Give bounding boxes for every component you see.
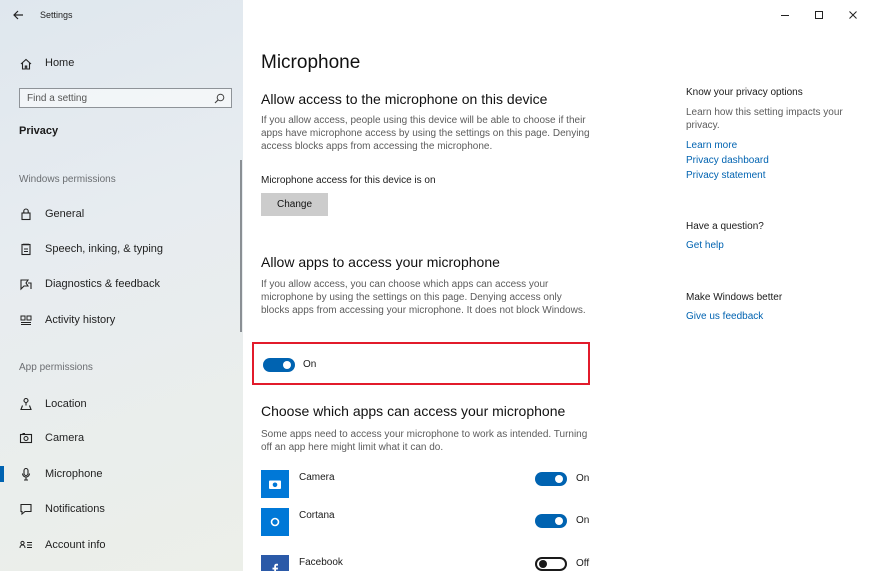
sidebar-item-microphone[interactable]: Microphone [0,461,243,487]
learn-more-link[interactable]: Learn more [686,140,737,151]
sidebar-item-label: Notifications [45,503,105,515]
sidebar-item-camera[interactable]: Camera [0,425,243,451]
app-name: Cortana [299,510,335,521]
search-input[interactable] [20,89,205,107]
group-label-windows-permissions: Windows permissions [19,174,116,185]
camera-app-toggle-label: On [576,473,590,484]
sidebar-item-label: Location [45,398,87,410]
toggle-knob [539,560,547,568]
toggle-knob [283,361,291,369]
camera-icon [269,480,281,489]
privacy-options-heading: Know your privacy options [686,87,803,98]
feedback-link[interactable]: Give us feedback [686,311,763,322]
facebook-app-toggle[interactable] [535,557,567,571]
title-bar: Settings [0,0,243,30]
apps-access-toggle[interactable] [263,358,295,372]
cortana-app-toggle[interactable] [535,514,567,528]
sidebar-item-label: Diagnostics & feedback [45,278,160,290]
cortana-icon [270,517,280,527]
sidebar-item-label: General [45,208,85,220]
facebook-app-toggle-label: Off [576,558,590,569]
sidebar-item-label: Activity history [45,314,116,326]
windows-better-heading: Make Windows better [686,292,783,303]
search-box [19,88,232,108]
close-icon [849,11,857,19]
apps-access-toggle-label: On [303,359,317,370]
get-help-link[interactable]: Get help [686,240,724,251]
sidebar-item-activity-history[interactable]: Activity history [0,307,243,333]
minimize-button[interactable] [768,0,802,30]
notepad-icon [21,243,31,256]
toggle-knob [555,475,563,483]
sidebar-item-speech-inking-typing[interactable]: Speech, inking, & typing [0,236,243,262]
sidebar-item-general[interactable]: General [0,201,243,227]
privacy-options-description: Learn how this setting impacts your priv… [686,107,843,131]
location-icon [20,397,32,411]
timeline-icon [20,315,32,325]
app-tile [261,470,289,498]
cortana-app-toggle-label: On [576,515,590,526]
device-access-description: If you allow access, people using this d… [261,115,590,152]
selection-indicator [0,466,4,482]
lock-icon [21,208,31,221]
page-title: Microphone [261,52,361,73]
back-button[interactable] [4,4,32,26]
feedback-icon [20,279,32,291]
main-content: Microphone Allow access to the microphon… [243,0,870,571]
sidebar-item-notifications[interactable]: Notifications [0,496,243,522]
sidebar-scrollbar[interactable] [240,160,242,332]
question-heading: Have a question? [686,221,764,232]
group-label-app-permissions: App permissions [19,362,93,373]
apps-access-heading: Allow apps to access your microphone [261,254,500,270]
sidebar-item-home[interactable]: Home [0,53,243,75]
toggle-knob [555,517,563,525]
app-tile [261,508,289,536]
account-info-icon [19,540,32,549]
app-name: Facebook [299,557,343,568]
sidebar: Settings Home Privacy Windows permission… [0,0,243,571]
app-name: Camera [299,472,335,483]
sidebar-item-label: Speech, inking, & typing [45,243,164,255]
choose-apps-heading: Choose which apps can access your microp… [261,403,566,419]
maximize-button[interactable] [802,0,836,30]
device-access-status: Microphone access for this device is on [261,175,436,186]
app-tile [261,555,289,571]
app-title: Settings [40,10,73,20]
sidebar-item-label: Account info [45,539,106,551]
window-controls [768,0,870,30]
sidebar-item-diagnostics-feedback[interactable]: Diagnostics & feedback [0,271,243,297]
home-icon [20,58,32,70]
camera-icon [19,433,33,444]
privacy-statement-link[interactable]: Privacy statement [686,170,765,181]
microphone-icon [21,467,31,481]
arrow-left-icon [12,10,23,20]
notification-icon [20,503,32,516]
search-icon[interactable] [214,93,225,104]
close-button[interactable] [836,0,870,30]
privacy-dashboard-link[interactable]: Privacy dashboard [686,155,769,166]
minimize-icon [781,15,789,16]
sidebar-item-account-info[interactable]: Account info [0,532,243,558]
apps-access-description: If you allow access, you can choose whic… [261,279,586,316]
device-access-heading: Allow access to the microphone on this d… [261,91,548,107]
sidebar-item-location[interactable]: Location [0,391,243,417]
camera-app-toggle[interactable] [535,472,567,486]
maximize-icon [815,11,823,19]
sidebar-item-label: Home [45,57,75,69]
facebook-icon [272,563,278,571]
sidebar-item-label: Microphone [45,468,103,480]
change-button[interactable]: Change [261,193,328,216]
sidebar-item-label: Camera [45,432,85,444]
category-title: Privacy [19,125,59,137]
choose-apps-description: Some apps need to access your microphone… [261,429,588,453]
